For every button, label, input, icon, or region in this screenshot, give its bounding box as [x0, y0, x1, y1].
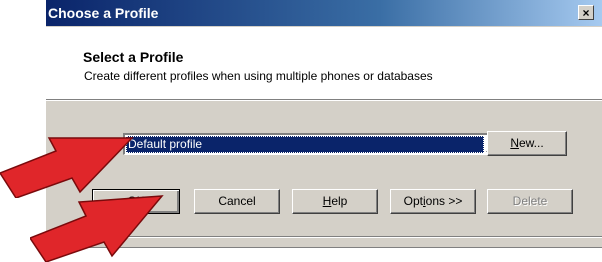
window-title: Choose a Profile — [48, 5, 159, 21]
new-button-mnemonic: N — [510, 136, 519, 150]
close-button[interactable]: × — [578, 5, 594, 20]
profile-dropdown-value: Default profile — [126, 136, 484, 153]
options-button-label-a: Opt — [403, 194, 423, 208]
header-divider — [46, 99, 602, 101]
help-button-label: elp — [331, 194, 348, 208]
header-title: Select a Profile — [83, 49, 184, 65]
cancel-button[interactable]: Cancel — [194, 189, 280, 214]
profile-dropdown[interactable]: Default profile — [123, 133, 504, 155]
title-bar: Choose a Profile × — [46, 0, 602, 26]
new-button[interactable]: New... — [487, 131, 567, 156]
annotation-arrow-icon — [30, 195, 164, 262]
help-button[interactable]: Help — [292, 189, 378, 214]
header-subtitle: Create different profiles when using mul… — [84, 69, 433, 83]
delete-button-label: Delete — [512, 194, 548, 208]
options-button[interactable]: Options >> — [390, 189, 476, 214]
dialog-header: Select a Profile Create different profil… — [46, 27, 602, 99]
delete-button: Delete — [487, 189, 573, 214]
new-button-label: ew... — [518, 136, 544, 150]
cancel-button-label: Cancel — [218, 194, 256, 208]
options-button-label-b: ons >> — [425, 194, 463, 208]
